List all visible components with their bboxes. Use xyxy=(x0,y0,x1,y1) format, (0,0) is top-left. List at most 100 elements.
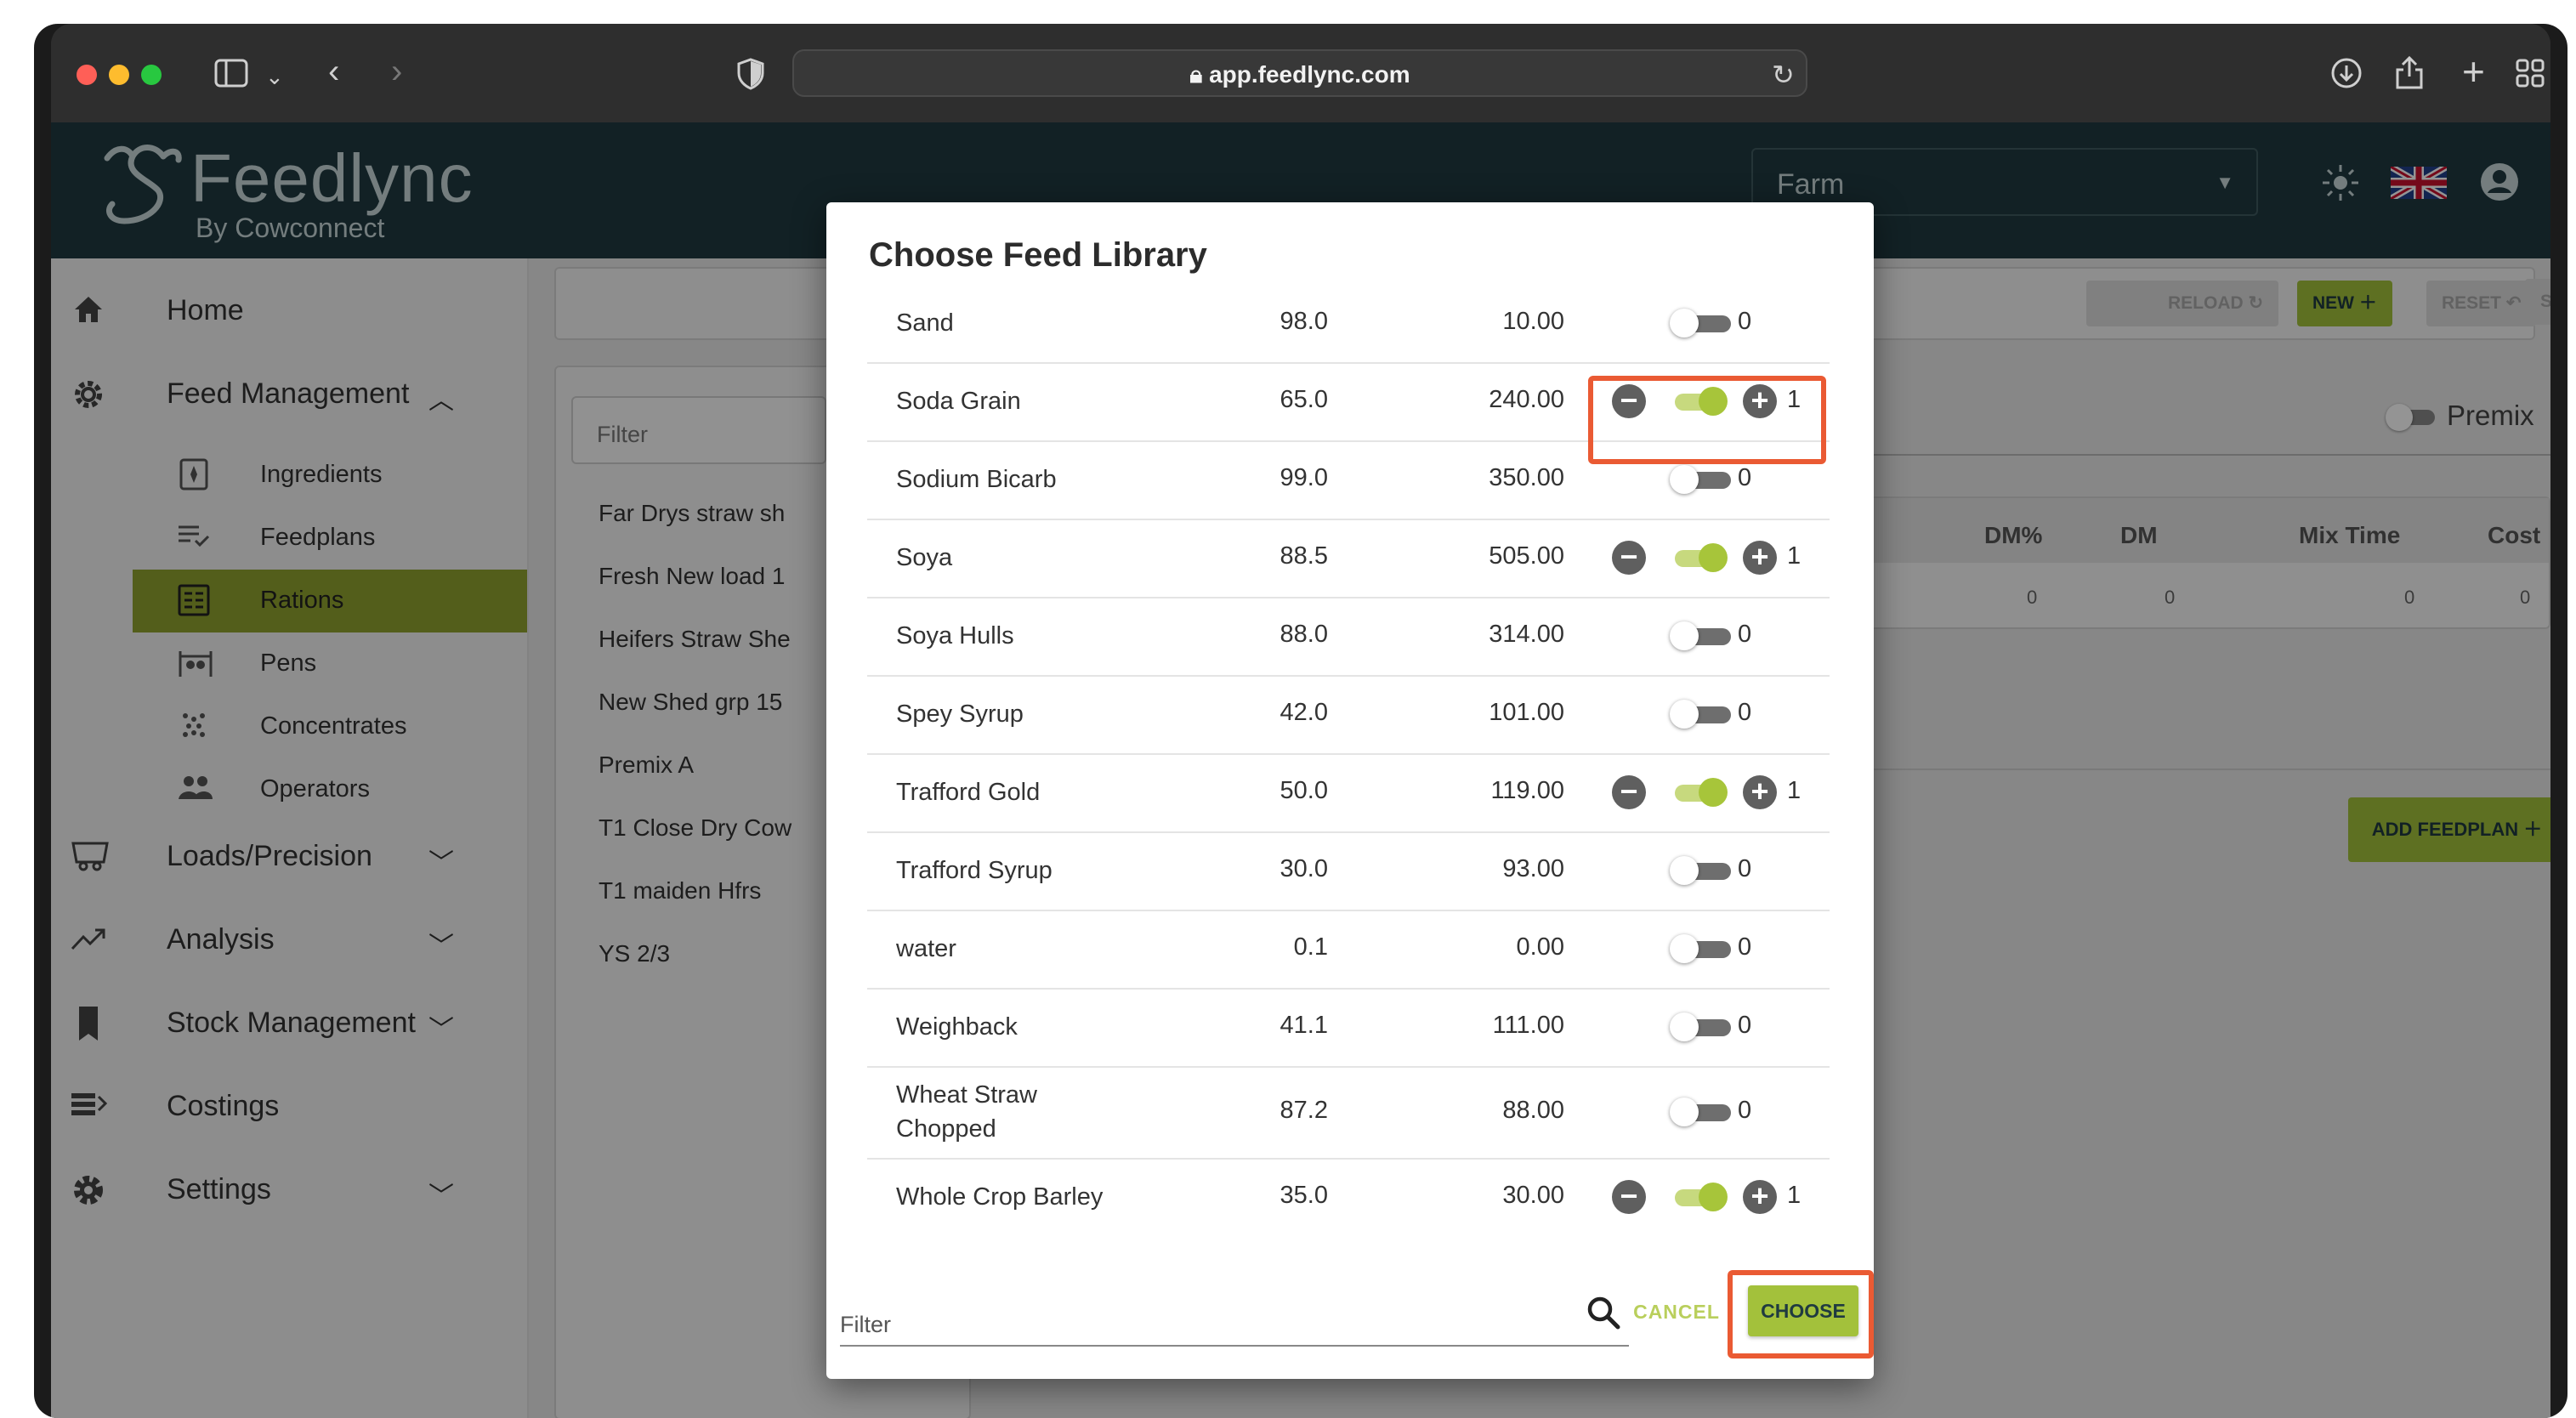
feed-count: 0 xyxy=(1738,1012,1752,1039)
feed-row-weighback: Weighback 41.1 111.00 0 xyxy=(867,988,1830,1068)
feed-name: Trafford Syrup xyxy=(896,857,1053,884)
dialog-filter-input[interactable]: Filter xyxy=(840,1312,891,1338)
feed-name: Soya Hulls xyxy=(896,622,1014,649)
close-window-button[interactable] xyxy=(77,65,97,85)
feed-count: 1 xyxy=(1787,777,1801,804)
feed-name: Weighback xyxy=(896,1013,1018,1041)
browser-content: ⌄ ‹ › 🔒︎ app.feedlync.com ↻ + Feedlync B… xyxy=(51,24,2550,1418)
decrement-icon[interactable]: − xyxy=(1612,1180,1646,1214)
feed-row-trafford-gold: Trafford Gold 50.0 119.00 − + 1 xyxy=(867,753,1830,833)
feed-dm: 41.1 xyxy=(1279,1012,1328,1039)
feed-row-water: water 0.1 0.00 0 xyxy=(867,910,1830,990)
feed-select-toggle[interactable] xyxy=(1670,1097,1731,1127)
sidebar-toggle-icon[interactable] xyxy=(214,58,248,94)
feed-count: 0 xyxy=(1738,933,1752,961)
back-icon[interactable]: ‹ xyxy=(328,54,339,88)
feed-row-whole-crop-barley: Whole Crop Barley 35.0 30.00 − + 1 xyxy=(867,1158,1830,1236)
feed-count: 1 xyxy=(1787,542,1801,570)
increment-icon[interactable]: + xyxy=(1743,775,1777,809)
feed-row-sand: Sand 98.0 10.00 0 xyxy=(867,284,1830,364)
feed-dm: 88.0 xyxy=(1279,621,1328,648)
feed-name: Wheat Straw Chopped xyxy=(896,1081,1037,1143)
chevron-down-icon[interactable]: ⌄ xyxy=(265,60,284,94)
feed-count: 0 xyxy=(1738,308,1752,335)
feed-select-toggle[interactable] xyxy=(1670,699,1731,729)
feed-name: Soda Grain xyxy=(896,388,1021,415)
feed-dm: 0.1 xyxy=(1293,933,1328,961)
feed-row-soya: Soya 88.5 505.00 − + 1 xyxy=(867,519,1830,598)
share-icon[interactable] xyxy=(2394,54,2425,96)
increment-icon[interactable]: + xyxy=(1743,1180,1777,1214)
feed-name: Whole Crop Barley xyxy=(896,1183,1104,1211)
feed-dm: 50.0 xyxy=(1279,777,1328,804)
highlight-box-soda-grain-stepper xyxy=(1588,376,1826,464)
feed-dm: 42.0 xyxy=(1279,699,1328,726)
feed-cost: 119.00 xyxy=(1490,777,1564,804)
feed-row-trafford-syrup: Trafford Syrup 30.0 93.00 0 xyxy=(867,831,1830,911)
increment-icon[interactable]: + xyxy=(1743,541,1777,575)
feed-cost: 350.00 xyxy=(1489,464,1564,491)
highlight-box-choose-button xyxy=(1728,1270,1874,1358)
browser-toolbar: ⌄ ‹ › 🔒︎ app.feedlync.com ↻ + xyxy=(51,24,2550,122)
feed-select-toggle[interactable] xyxy=(1670,542,1729,573)
cancel-button[interactable]: CANCEL xyxy=(1632,1301,1721,1324)
feed-select-toggle[interactable] xyxy=(1670,1182,1729,1212)
feed-name: water xyxy=(896,935,956,962)
zoom-window-button[interactable] xyxy=(141,65,162,85)
feed-select-toggle[interactable] xyxy=(1670,621,1731,651)
feed-cost: 505.00 xyxy=(1489,542,1564,570)
feed-cost: 93.00 xyxy=(1502,855,1564,882)
browser-window: ⌄ ‹ › 🔒︎ app.feedlync.com ↻ + Feedlync B… xyxy=(34,24,2567,1418)
reload-page-icon[interactable]: ↻ xyxy=(1772,58,1795,92)
feed-select-toggle[interactable] xyxy=(1670,464,1731,495)
privacy-shield-icon[interactable] xyxy=(736,58,765,96)
download-icon[interactable] xyxy=(2329,56,2363,96)
feed-dm: 98.0 xyxy=(1279,308,1328,335)
filter-underline xyxy=(840,1345,1629,1347)
feed-select-toggle[interactable] xyxy=(1670,777,1729,808)
search-icon[interactable] xyxy=(1583,1292,1626,1335)
feed-cost: 30.00 xyxy=(1502,1182,1564,1209)
lock-icon: 🔒︎ xyxy=(1189,61,1210,88)
feed-cost: 111.00 xyxy=(1492,1012,1564,1039)
forward-icon[interactable]: › xyxy=(391,54,402,88)
tab-overview-icon[interactable] xyxy=(2515,58,2545,94)
feed-row-soya-hulls: Soya Hulls 88.0 314.00 0 xyxy=(867,597,1830,677)
feed-dm: 99.0 xyxy=(1279,464,1328,491)
feed-select-toggle[interactable] xyxy=(1670,933,1731,964)
feed-name: Trafford Gold xyxy=(896,779,1041,806)
choose-feed-library-dialog: Choose Feed Library Sand 98.0 10.00 0 So… xyxy=(826,202,1874,1379)
new-tab-icon[interactable]: + xyxy=(2462,52,2485,91)
feed-dm: 65.0 xyxy=(1279,386,1328,413)
feed-row-wheat-straw-chopped: Wheat Straw Chopped 87.2 88.00 0 xyxy=(867,1066,1830,1160)
feed-cost: 101.00 xyxy=(1489,699,1564,726)
feed-dm: 88.5 xyxy=(1279,542,1328,570)
address-bar[interactable]: 🔒︎ app.feedlync.com ↻ xyxy=(792,49,1807,97)
feed-dm: 87.2 xyxy=(1279,1097,1328,1124)
dialog-title: Choose Feed Library xyxy=(869,236,1207,274)
feed-count: 0 xyxy=(1738,855,1752,882)
feed-select-toggle[interactable] xyxy=(1670,1012,1731,1042)
feed-count: 0 xyxy=(1738,464,1752,491)
decrement-icon[interactable]: − xyxy=(1612,541,1646,575)
feed-dm: 35.0 xyxy=(1279,1182,1328,1209)
feed-name: Sand xyxy=(896,309,954,337)
feed-name: Soya xyxy=(896,544,953,571)
feed-cost: 0.00 xyxy=(1516,933,1564,961)
feed-cost: 314.00 xyxy=(1489,621,1564,648)
feed-count: 1 xyxy=(1787,1182,1801,1209)
feed-cost: 240.00 xyxy=(1489,386,1564,413)
feed-count: 0 xyxy=(1738,1097,1752,1124)
url-text: 🔒︎ app.feedlync.com xyxy=(1189,61,1410,88)
feed-count: 0 xyxy=(1738,621,1752,648)
feed-cost: 88.00 xyxy=(1502,1097,1564,1124)
minimize-window-button[interactable] xyxy=(109,65,129,85)
feed-select-toggle[interactable] xyxy=(1670,855,1731,886)
feed-dm: 30.0 xyxy=(1279,855,1328,882)
feed-row-spey-syrup: Spey Syrup 42.0 101.00 0 xyxy=(867,675,1830,755)
feed-count: 0 xyxy=(1738,699,1752,726)
decrement-icon[interactable]: − xyxy=(1612,775,1646,809)
feed-name: Spey Syrup xyxy=(896,700,1024,728)
feed-select-toggle[interactable] xyxy=(1670,308,1731,338)
feed-cost: 10.00 xyxy=(1502,308,1564,335)
